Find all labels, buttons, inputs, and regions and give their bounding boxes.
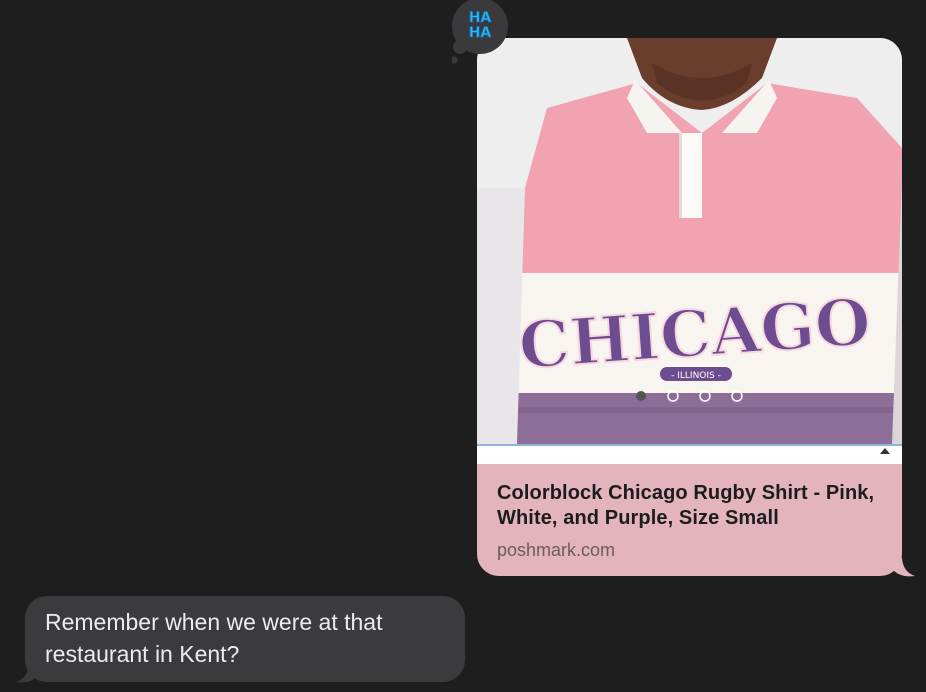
caret-up-icon[interactable] [880,448,890,454]
carousel-dot-1[interactable] [636,391,646,401]
image-divider-strip [477,444,902,464]
shirt-illinois-text: - ILLINOIS - [671,371,721,381]
received-message-text: Remember when we were at that restaurant… [45,609,383,667]
product-image[interactable]: CHICAGO - ILLINOIS - [477,38,902,444]
link-domain: poshmark.com [497,540,616,560]
received-message-bubble[interactable]: Remember when we were at that restaurant… [25,596,465,682]
haha-tapback-icon[interactable]: HA HA [452,0,510,66]
sent-bubble-tail [893,558,915,577]
link-preview-bubble[interactable]: CHICAGO - ILLINOIS - Colorblock Chicago … [477,38,902,576]
haha-label-line2: HA [469,25,492,41]
link-details[interactable]: Colorblock Chicago Rugby Shirt - Pink, W… [497,481,887,561]
conversation-view: CHICAGO - ILLINOIS - Colorblock Chicago … [0,0,926,692]
haha-label-line1: HA [469,10,492,26]
link-title: Colorblock Chicago Rugby Shirt - Pink, W… [497,482,875,529]
